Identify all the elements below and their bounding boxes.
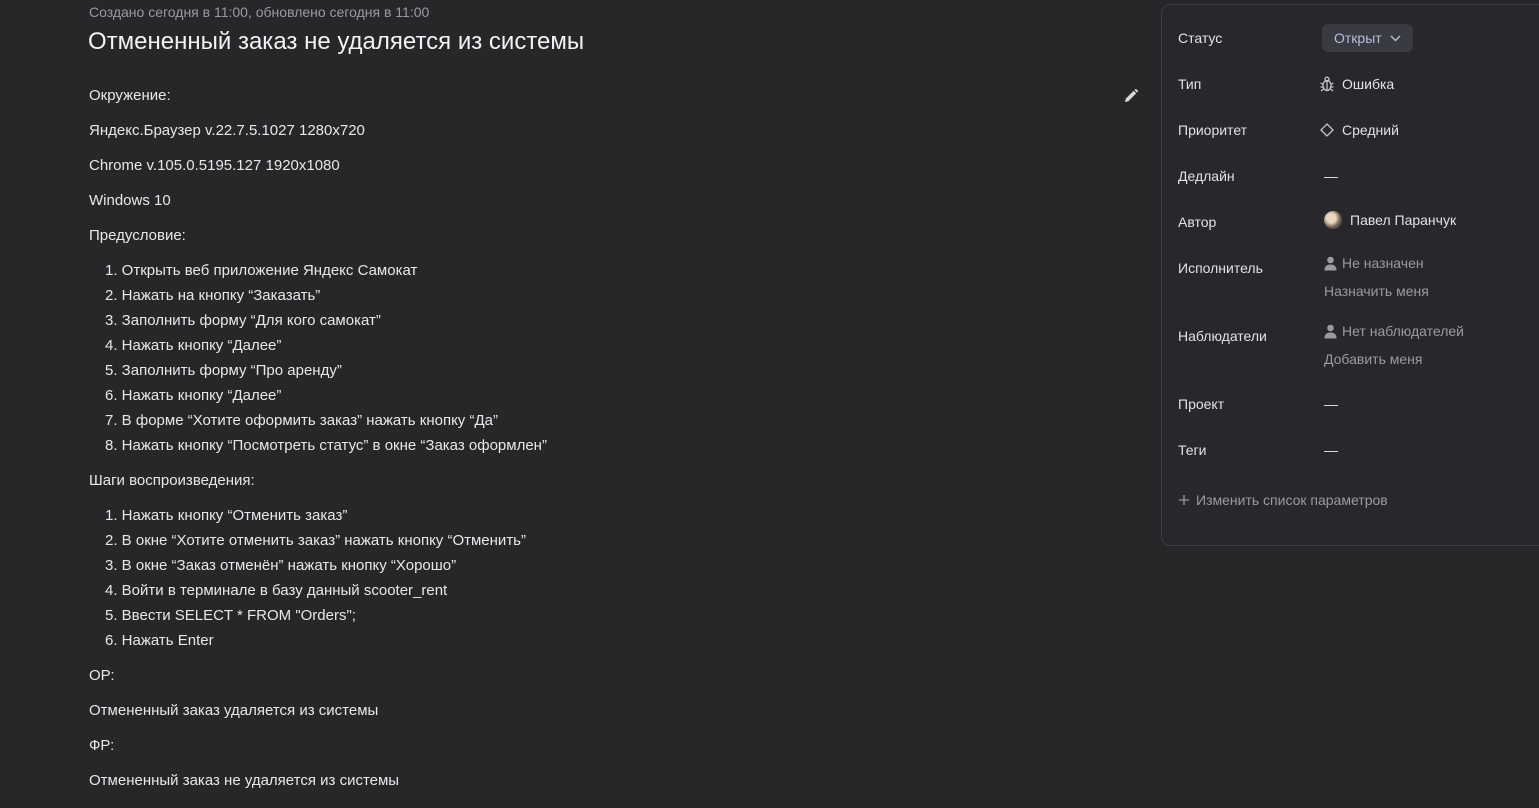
watchers-label: Наблюдатели xyxy=(1178,328,1267,344)
env-line: Chrome v.105.0.5195.127 1920x1080 xyxy=(89,157,340,174)
edit-description-button[interactable] xyxy=(1123,88,1139,104)
meta-line: Создано сегодня в 11:00, обновлено сегод… xyxy=(89,4,430,20)
list-item: 2. Нажать на кнопку “Заказать” xyxy=(105,287,321,304)
assignee-field[interactable]: Не назначен xyxy=(1324,255,1424,271)
issue-description: Окружение: Яндекс.Браузер v.22.7.5.1027 … xyxy=(89,86,1089,806)
expected-heading: ОР: xyxy=(89,667,115,684)
priority-value: Средний xyxy=(1342,122,1399,138)
tags-label: Теги xyxy=(1178,442,1207,458)
steps-list: 1. Нажать кнопку “Отменить заказ” 2. В о… xyxy=(89,506,1089,656)
steps-heading: Шаги воспроизведения: xyxy=(89,472,255,489)
chevron-down-icon xyxy=(1390,35,1401,41)
diamond-icon xyxy=(1320,123,1334,137)
page-title: Отмененный заказ не удаляется из системы xyxy=(88,28,585,55)
priority-label: Приоритет xyxy=(1178,122,1248,138)
list-item: 3. В окне “Заказ отменён” нажать кнопку … xyxy=(105,557,457,574)
env-line: Яндекс.Браузер v.22.7.5.1027 1280x720 xyxy=(89,122,365,139)
watchers-field[interactable]: Нет наблюдателей xyxy=(1324,323,1464,339)
type-value: Ошибка xyxy=(1342,76,1395,92)
precondition-heading: Предусловие: xyxy=(89,227,186,244)
list-item: 1. Открыть веб приложение Яндекс Самокат xyxy=(105,262,418,279)
actual-heading: ФР: xyxy=(89,737,115,754)
status-label: Статус xyxy=(1178,30,1223,46)
pencil-icon xyxy=(1125,88,1139,102)
deadline-value[interactable]: — xyxy=(1324,168,1338,184)
type-field[interactable]: Ошибка xyxy=(1320,76,1394,92)
change-params-button[interactable]: Изменить список параметров xyxy=(1178,492,1388,508)
plus-icon xyxy=(1179,495,1189,505)
list-item: 5. Заполнить форму “Про аренду” xyxy=(105,362,342,379)
list-item: 2. В окне “Хотите отменить заказ” нажать… xyxy=(105,532,526,549)
list-item: 3. Заполнить форму “Для кого самокат” xyxy=(105,312,381,329)
bug-icon xyxy=(1320,76,1334,92)
actual-result: Отмененный заказ не удаляется из системы xyxy=(89,772,400,789)
watchers-value: Нет наблюдателей xyxy=(1342,323,1465,339)
type-label: Тип xyxy=(1178,76,1202,92)
list-item: 1. Нажать кнопку “Отменить заказ” xyxy=(105,507,348,524)
author-field[interactable]: Павел Паранчук xyxy=(1324,211,1456,229)
list-item: 6. Нажать кнопку “Далее” xyxy=(105,387,282,404)
list-item: 7. В форме “Хотите оформить заказ” нажат… xyxy=(105,412,498,429)
add-me-link[interactable]: Добавить меня xyxy=(1324,351,1423,367)
assignee-value: Не назначен xyxy=(1342,255,1424,271)
precondition-list: 1. Открыть веб приложение Яндекс Самокат… xyxy=(89,261,1089,461)
project-label: Проект xyxy=(1178,396,1225,412)
list-item: 4. Войти в терминале в базу данный scoot… xyxy=(105,582,448,599)
deadline-label: Дедлайн xyxy=(1178,168,1235,184)
list-item: 6. Нажать Enter xyxy=(105,632,214,649)
person-icon xyxy=(1324,256,1337,270)
author-label: Автор xyxy=(1178,214,1217,230)
project-value[interactable]: — xyxy=(1324,396,1338,412)
list-item: 4. Нажать кнопку “Далее” xyxy=(105,337,282,354)
status-value: Открыт xyxy=(1334,30,1382,46)
env-heading: Окружение: xyxy=(89,87,171,104)
assign-me-link[interactable]: Назначить меня xyxy=(1324,283,1429,299)
avatar xyxy=(1324,211,1342,229)
change-params-label: Изменить список параметров xyxy=(1196,492,1388,508)
author-value: Павел Паранчук xyxy=(1350,212,1457,228)
person-icon xyxy=(1324,324,1337,338)
assignee-label: Исполнитель xyxy=(1178,260,1263,276)
env-line: Windows 10 xyxy=(89,192,171,209)
expected-result: Отмененный заказ удаляется из системы xyxy=(89,702,379,719)
status-dropdown[interactable]: Открыт xyxy=(1322,24,1413,52)
tags-value[interactable]: — xyxy=(1324,442,1338,458)
list-item: 5. Ввести SELECT * FROM "Orders"; xyxy=(105,607,356,624)
list-item: 8. Нажать кнопку “Посмотреть статус” в о… xyxy=(105,437,547,454)
priority-field[interactable]: Средний xyxy=(1320,122,1399,138)
